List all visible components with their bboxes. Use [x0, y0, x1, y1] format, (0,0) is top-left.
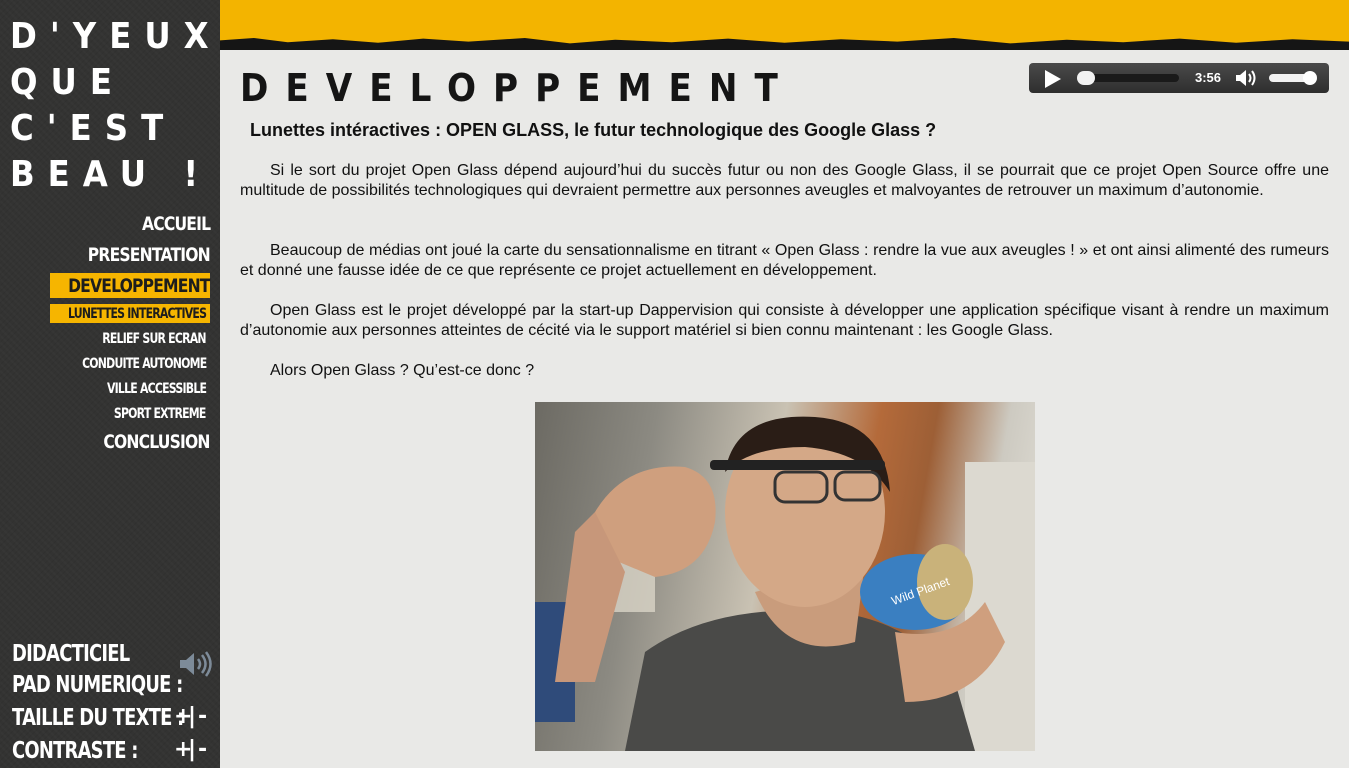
site-title: D'YEUX QUE C'EST BEAU ! [10, 16, 222, 195]
volume-slider[interactable] [1269, 71, 1318, 85]
nav-sub-lunettes[interactable]: LUNETTES INTERACTIVES [68, 305, 207, 323]
volume-knob[interactable] [1303, 71, 1318, 85]
progress-bar[interactable] [1077, 71, 1179, 85]
man-with-glasses-illustration: Wild Planet [535, 416, 1035, 751]
contrast-minus-button[interactable]: - [198, 737, 207, 762]
article-title: Lunettes intéractives : OPEN GLASS, le f… [250, 120, 937, 140]
nav-item-developpement[interactable]: DEVELOPPEMENT [68, 274, 210, 298]
contrast-separator: | [188, 737, 197, 762]
nav-sub-relief[interactable]: RELIEF SUR ECRAN [102, 330, 206, 348]
contrast-label: CONTRASTE : [12, 738, 138, 764]
time-display: 3:56 [1195, 70, 1222, 85]
sidebar: D'YEUX QUE C'EST BEAU ! ACCUEIL PRESENTA… [0, 0, 220, 768]
nav-item-accueil[interactable]: ACCUEIL [142, 212, 211, 236]
tutorial-label[interactable]: DIDACTICIEL [12, 639, 130, 669]
page-title: DEVELOPPEMENT [240, 66, 795, 110]
text-size-label: TAILLE DU TEXTE : [12, 705, 184, 731]
nav-sub-sport[interactable]: SPORT EXTREME [114, 405, 206, 423]
article-photo: Wild Planet [535, 402, 1035, 751]
audio-player: 3:56 [1029, 63, 1329, 93]
paragraph-1: Si le sort du projet Open Glass dépend a… [240, 162, 1329, 199]
paragraph-4: Alors Open Glass ? Qu’est-ce donc ? [270, 362, 535, 379]
text-size-minus-button[interactable]: - [198, 704, 207, 729]
progress-knob[interactable] [1077, 71, 1096, 85]
speaker-icon[interactable] [178, 650, 212, 678]
numpad-label: PAD NUMERIQUE : [12, 672, 183, 698]
nav-sub-ville[interactable]: VILLE ACCESSIBLE [107, 380, 207, 398]
volume-icon[interactable] [1235, 69, 1259, 87]
paragraph-3: Open Glass est le projet développé par l… [240, 302, 1329, 339]
play-icon[interactable] [1045, 70, 1061, 88]
nav-item-presentation[interactable]: PRESENTATION [88, 243, 211, 267]
nav-sub-conduite[interactable]: CONDUITE AUTONOME [82, 355, 207, 373]
text-size-separator: | [188, 704, 197, 729]
nav-item-conclusion[interactable]: CONCLUSION [104, 430, 211, 454]
paragraph-2: Beaucoup de médias ont joué la carte du … [240, 242, 1329, 279]
